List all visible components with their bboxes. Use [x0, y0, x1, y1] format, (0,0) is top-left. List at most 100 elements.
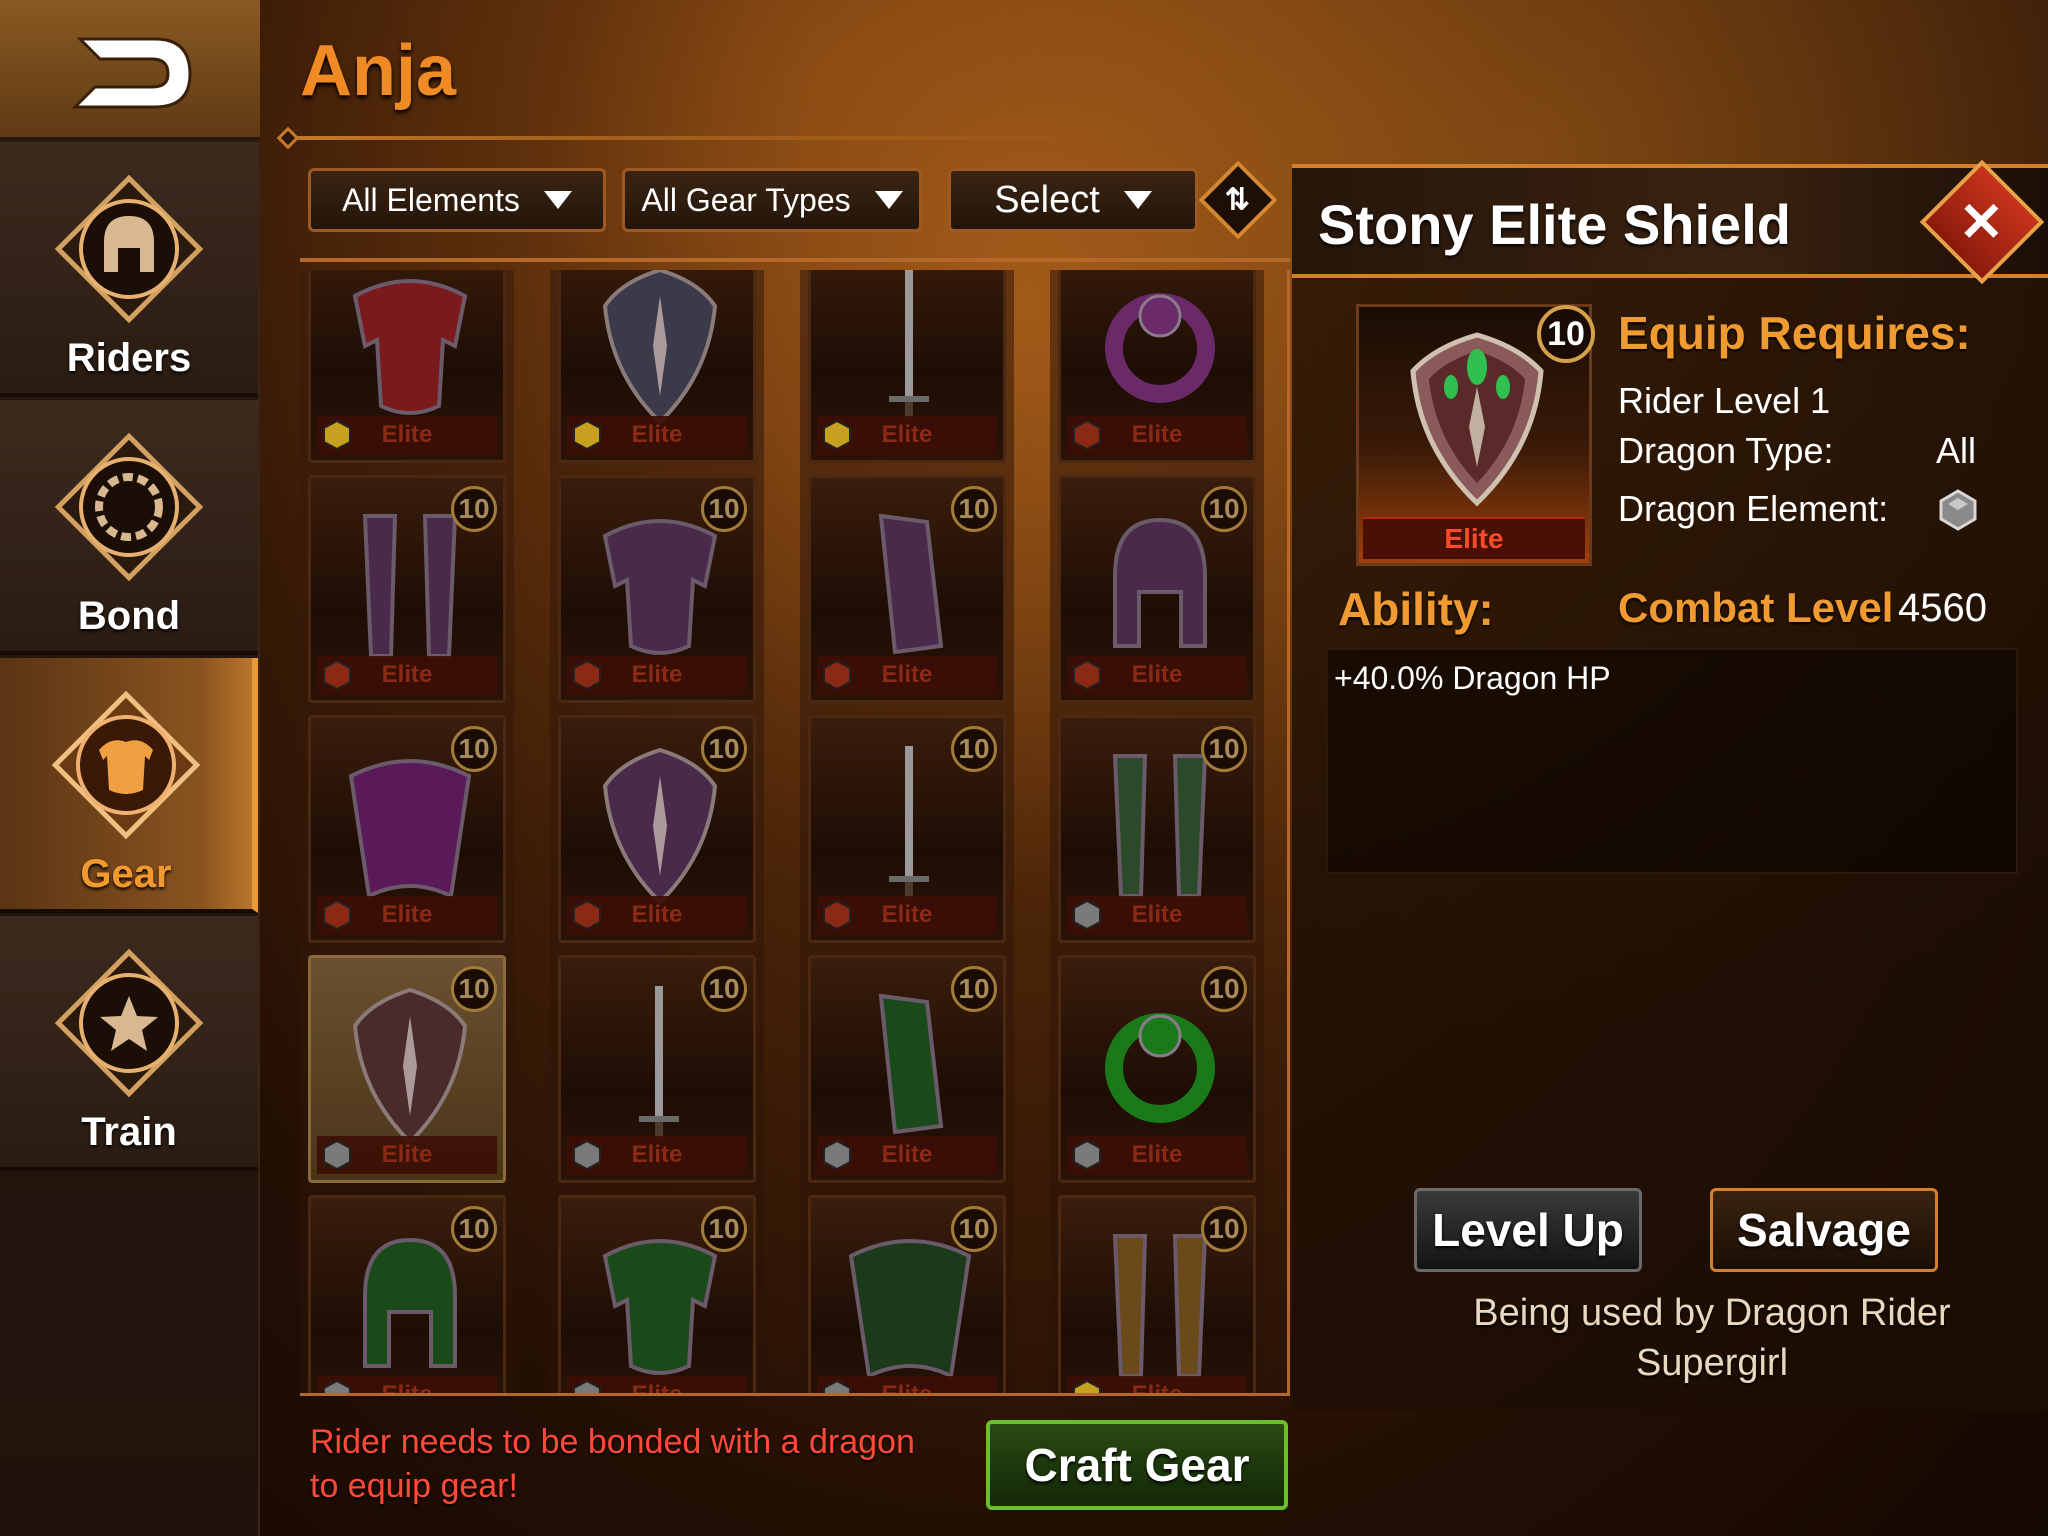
- chevron-down-icon: [874, 191, 903, 209]
- fire-element-icon: [823, 659, 851, 691]
- gold-element-icon: [323, 419, 351, 451]
- gear-level-badge: 10: [701, 1206, 747, 1252]
- stone-element-icon: [1073, 899, 1101, 931]
- gear-level-badge: 10: [951, 1206, 997, 1252]
- gear-type-filter-dropdown[interactable]: All Gear Types: [622, 168, 922, 232]
- stone-element-icon: [323, 1379, 351, 1393]
- chevron-down-icon: [1123, 191, 1152, 209]
- chest-icon: [352, 279, 468, 415]
- gear-level-badge: 10: [1201, 1206, 1247, 1252]
- detail-header: Stony Elite Shield ✕: [1292, 159, 2048, 285]
- gear-grid[interactable]: Elite Elite Elite Elite 10 Elite 10 Elite 10 Elit…: [300, 270, 1290, 1396]
- sidebar-item-bond[interactable]: Bond: [0, 400, 258, 655]
- sort-icon: ⇅: [1225, 183, 1251, 217]
- title-divider: [288, 136, 1088, 140]
- dragon-element-label: Dragon Element:: [1618, 488, 1889, 529]
- stone-element-icon: [573, 1379, 601, 1393]
- sidebar: Riders Bond Gear Train: [0, 0, 260, 1536]
- gear-card[interactable]: 10 Elite: [308, 955, 506, 1183]
- stone-gem-icon: [1939, 489, 1977, 531]
- gear-level-badge: 10: [451, 966, 497, 1012]
- title-divider-ornament: [276, 126, 300, 150]
- selected-gear-portrait: 10 Elite: [1356, 304, 1595, 566]
- gear-card[interactable]: 10 Elite: [1058, 475, 1256, 703]
- fire-element-icon: [823, 899, 851, 931]
- gear-card[interactable]: 10 Elite: [308, 475, 506, 703]
- gear-level-badge: 10: [701, 726, 747, 772]
- craft-gear-button[interactable]: Craft Gear: [986, 1420, 1288, 1510]
- gear-type-filter-label: All Gear Types: [641, 181, 851, 218]
- ability-box: +40.0% Dragon HP: [1326, 648, 2018, 874]
- gear-card[interactable]: 10 Elite: [808, 1195, 1006, 1393]
- gear-level-badge: 10: [951, 966, 997, 1012]
- gear-card[interactable]: 10 Elite: [1058, 715, 1256, 943]
- sidebar-item-label: Gear: [80, 852, 172, 896]
- sidebar-item-gear[interactable]: Gear: [0, 658, 258, 913]
- sidebar-item-label: Riders: [66, 336, 192, 380]
- gear-card[interactable]: 10 Elite: [808, 955, 1006, 1183]
- gear-card[interactable]: 10 Elite: [558, 475, 756, 703]
- gear-card[interactable]: 10 Elite: [808, 715, 1006, 943]
- stone-element-icon: [323, 1139, 351, 1171]
- sidebar-item-train[interactable]: Train: [0, 916, 258, 1171]
- level-up-label: Level Up: [1432, 1204, 1624, 1256]
- sidebar-item-label: Bond: [77, 594, 181, 638]
- gear-level-badge: 10: [451, 486, 497, 532]
- close-button[interactable]: ✕: [1919, 159, 2045, 285]
- rider-level-requirement: Rider Level 1: [1618, 380, 1831, 421]
- salvage-button[interactable]: Salvage: [1710, 1188, 1938, 1272]
- gear-level-badge: 10: [701, 966, 747, 1012]
- gear-detail-panel: Stony Elite Shield ✕ 10 Elite Equip Requ…: [1292, 159, 2048, 1410]
- element-filter-label: All Elements: [342, 181, 520, 218]
- gear-card[interactable]: 10 Elite: [308, 1195, 506, 1393]
- salvage-label: Salvage: [1737, 1204, 1911, 1256]
- fire-element-icon: [1073, 659, 1101, 691]
- gear-level-badge: 10: [951, 486, 997, 532]
- gear-name: Stony Elite Shield: [1318, 193, 1791, 256]
- gear-card[interactable]: 10 Elite: [1058, 955, 1256, 1183]
- gear-card[interactable]: Elite: [1058, 270, 1256, 463]
- ring-icon: [1105, 293, 1215, 403]
- gear-card[interactable]: 10 Elite: [558, 715, 756, 943]
- fire-element-icon: [1073, 419, 1101, 451]
- gear-rarity-label: Elite: [1363, 517, 1585, 559]
- gear-card[interactable]: Elite: [308, 270, 506, 463]
- gear-level-badge: 10: [951, 726, 997, 772]
- gear-card[interactable]: 10 Elite: [808, 475, 1006, 703]
- sidebar-item-riders[interactable]: Riders: [0, 142, 258, 397]
- gear-card[interactable]: Elite: [558, 270, 756, 463]
- equip-requires-heading: Equip Requires:: [1618, 307, 1971, 359]
- chain-ring-icon: [54, 432, 204, 582]
- sword-icon: [889, 270, 929, 422]
- helmet-icon: [54, 174, 204, 324]
- page-title: Anja: [300, 31, 457, 111]
- ability-text: +40.0% Dragon HP: [1334, 660, 1611, 696]
- gear-card[interactable]: 10 Elite: [1058, 1195, 1256, 1393]
- fire-element-icon: [323, 899, 351, 931]
- gear-card[interactable]: 10 Elite: [558, 955, 756, 1183]
- combat-level-label: Combat Level: [1618, 584, 1894, 631]
- gold-element-icon: [1073, 1379, 1101, 1393]
- fire-element-icon: [323, 659, 351, 691]
- stone-element-icon: [1073, 1139, 1101, 1171]
- shield-icon: [602, 270, 718, 425]
- sort-button[interactable]: ⇅: [1198, 160, 1278, 240]
- back-button[interactable]: [0, 0, 260, 140]
- gear-card[interactable]: 10 Elite: [308, 715, 506, 943]
- filter-bar: All Elements All Gear Types Select ⇅: [300, 160, 1290, 262]
- armor-icon: [51, 690, 201, 840]
- stone-element-icon: [823, 1379, 851, 1393]
- gear-level-badge: 10: [451, 1206, 497, 1252]
- gear-level-badge: 10: [451, 726, 497, 772]
- level-up-button[interactable]: Level Up: [1414, 1188, 1642, 1272]
- select-dropdown[interactable]: Select: [948, 168, 1198, 232]
- element-filter-dropdown[interactable]: All Elements: [308, 168, 606, 232]
- gear-card[interactable]: 10 Elite: [558, 1195, 756, 1393]
- combat-level-value: 4560: [1898, 586, 1987, 630]
- back-arrow-icon: [71, 37, 192, 108]
- gold-element-icon: [823, 419, 851, 451]
- gear-card[interactable]: Elite: [808, 270, 1006, 463]
- close-icon: ✕: [1959, 192, 2005, 253]
- sidebar-item-label: Train: [81, 1110, 177, 1154]
- chevron-down-icon: [543, 191, 572, 209]
